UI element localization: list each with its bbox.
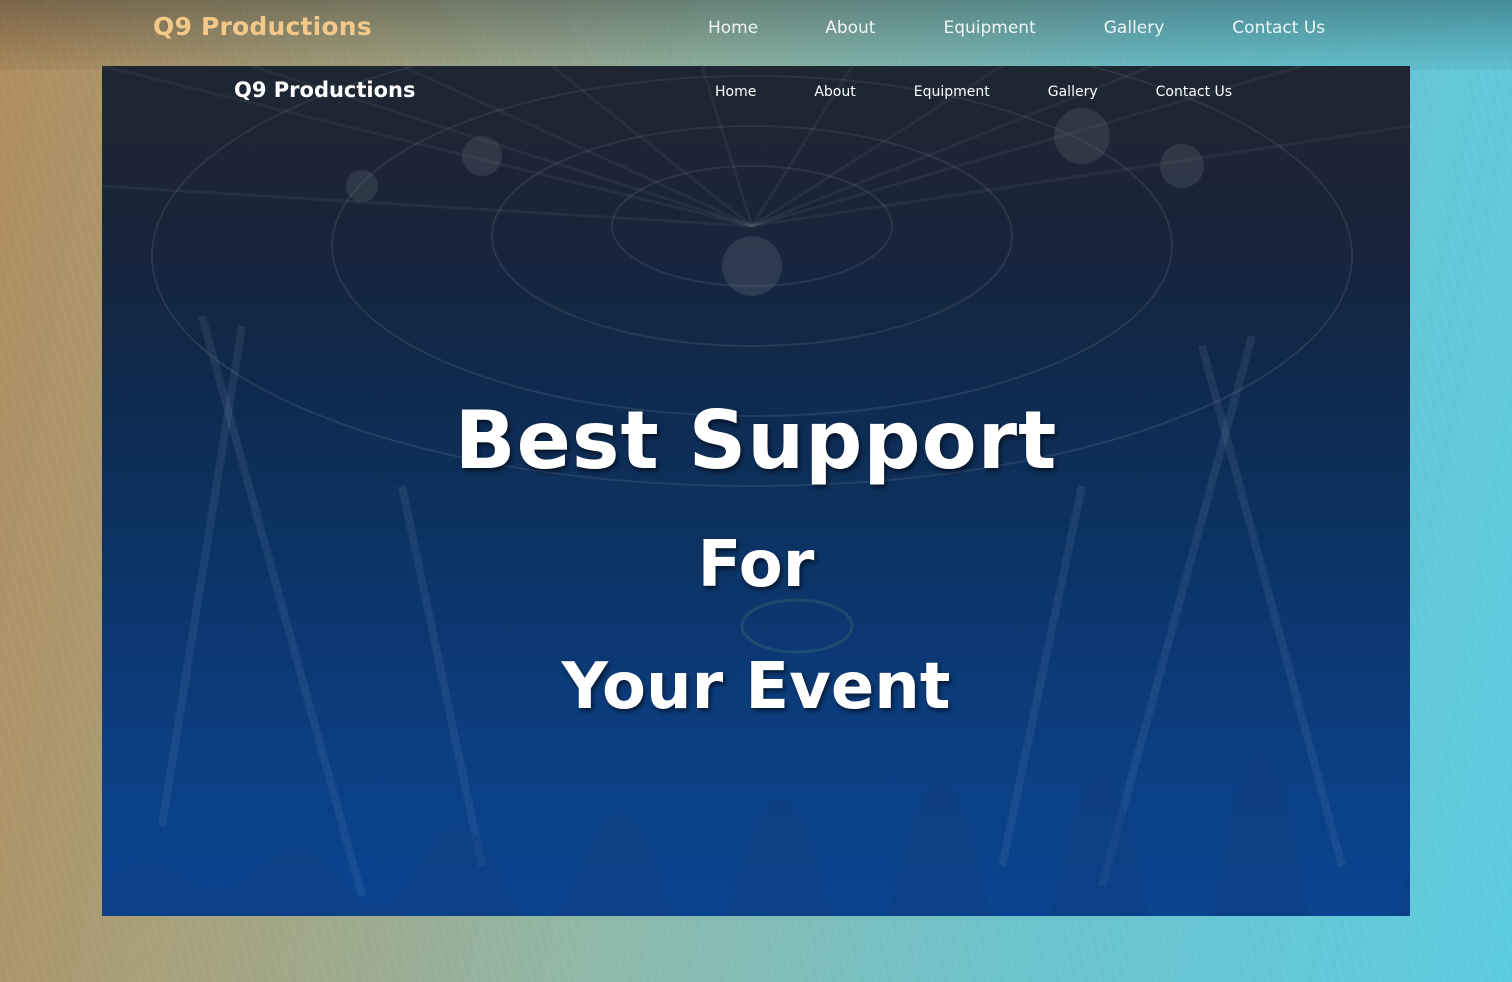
- inner-nav-links: Home About Equipment Gallery Contact Us: [715, 84, 1232, 100]
- outer-nav-gallery-link[interactable]: Gallery: [1104, 18, 1165, 38]
- hero-frame: Q9 Productions Home About Equipment Gall…: [102, 66, 1410, 916]
- inner-nav-gallery-link[interactable]: Gallery: [1048, 84, 1098, 100]
- inner-nav-about-link[interactable]: About: [814, 84, 855, 100]
- outer-nav-contact-link[interactable]: Contact Us: [1232, 18, 1325, 38]
- inner-nav-home-link[interactable]: Home: [715, 84, 756, 100]
- outer-nav-home-link[interactable]: Home: [708, 18, 758, 38]
- inner-logo[interactable]: Q9 Productions: [234, 78, 416, 102]
- page-background: Q9 Productions Home About Equipment Gall…: [0, 0, 1512, 982]
- hero-heading-line-2: For: [697, 528, 815, 602]
- outer-navbar: Q9 Productions Home About Equipment Gall…: [0, 0, 1512, 62]
- outer-nav-equipment-link[interactable]: Equipment: [943, 18, 1035, 38]
- frame-shade-overlay: [102, 66, 1410, 916]
- hero-heading-line-3: Your Event: [561, 650, 951, 724]
- outer-logo[interactable]: Q9 Productions: [153, 12, 372, 41]
- outer-nav-links: Home About Equipment Gallery Contact Us: [708, 18, 1325, 38]
- inner-nav-contact-link[interactable]: Contact Us: [1156, 84, 1232, 100]
- inner-nav-equipment-link[interactable]: Equipment: [914, 84, 990, 100]
- hero-heading-line-1: Best Support: [454, 394, 1058, 487]
- outer-nav-about-link[interactable]: About: [825, 18, 875, 38]
